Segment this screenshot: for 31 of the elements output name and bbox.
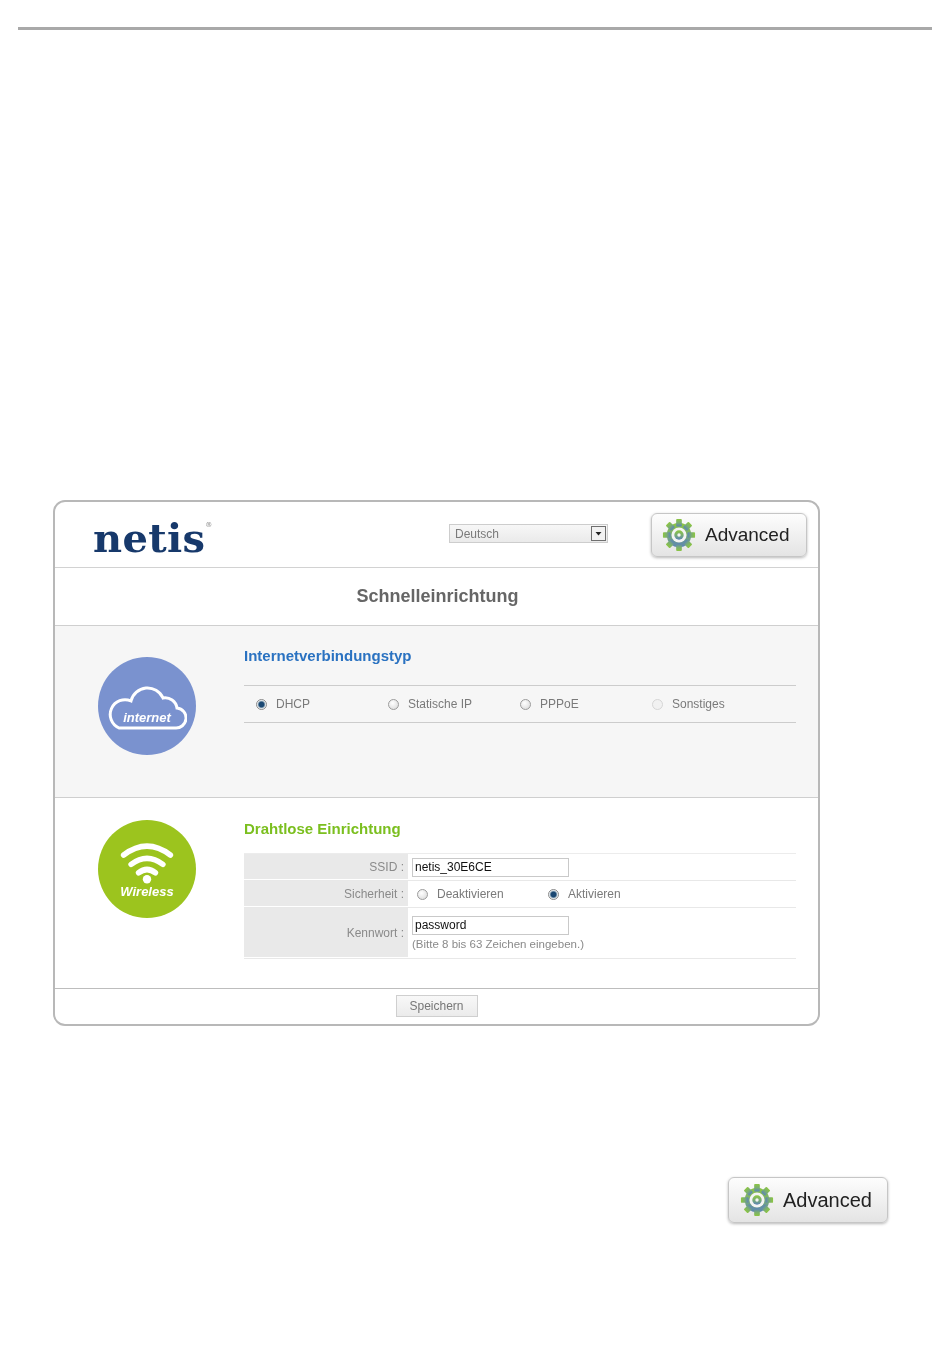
section-heading: Internetverbindungstyp xyxy=(244,646,413,666)
field-label: SSID : xyxy=(244,854,408,880)
radio-button[interactable] xyxy=(256,698,267,710)
dropdown-caret-icon xyxy=(591,526,606,541)
radio-label: Aktivieren xyxy=(568,887,621,901)
page-title: Schnelleinrichtung xyxy=(356,586,519,607)
input-field[interactable]: netis_30E6CE xyxy=(412,857,569,877)
field-label: Kennwort : xyxy=(244,908,408,958)
wifi-icon xyxy=(119,841,175,884)
radio-label: DHCP xyxy=(276,697,310,711)
netis-logo: netis$^{®}$ xyxy=(93,517,213,558)
advanced-button[interactable]: Advanced xyxy=(651,512,807,557)
input-field[interactable]: password xyxy=(412,916,569,935)
advanced-button[interactable]: Advanced xyxy=(728,1177,888,1223)
wireless-label: Wireless xyxy=(120,884,174,899)
radio-label: PPPoE xyxy=(540,697,579,711)
section-heading: Drahtlose Einrichtung xyxy=(244,819,402,839)
gear-icon xyxy=(740,1183,774,1217)
radio-button[interactable] xyxy=(417,888,428,900)
radio-button[interactable] xyxy=(520,698,531,710)
save-button[interactable]: Speichern xyxy=(395,994,478,1017)
radio-button[interactable] xyxy=(548,888,559,900)
radio-button[interactable] xyxy=(388,698,399,710)
language-select[interactable]: Deutsch xyxy=(449,524,608,543)
radio-label: Sonstiges xyxy=(672,697,725,711)
gear-icon xyxy=(662,517,696,552)
radio-label: Deaktivieren xyxy=(437,887,504,901)
field-label: Sicherheit : xyxy=(244,881,408,907)
internet-label: internet xyxy=(123,710,171,725)
radio-label: Statische IP xyxy=(408,697,473,711)
hint-text: (Bitte 8 bis 63 Zeichen eingeben.) xyxy=(412,938,584,950)
